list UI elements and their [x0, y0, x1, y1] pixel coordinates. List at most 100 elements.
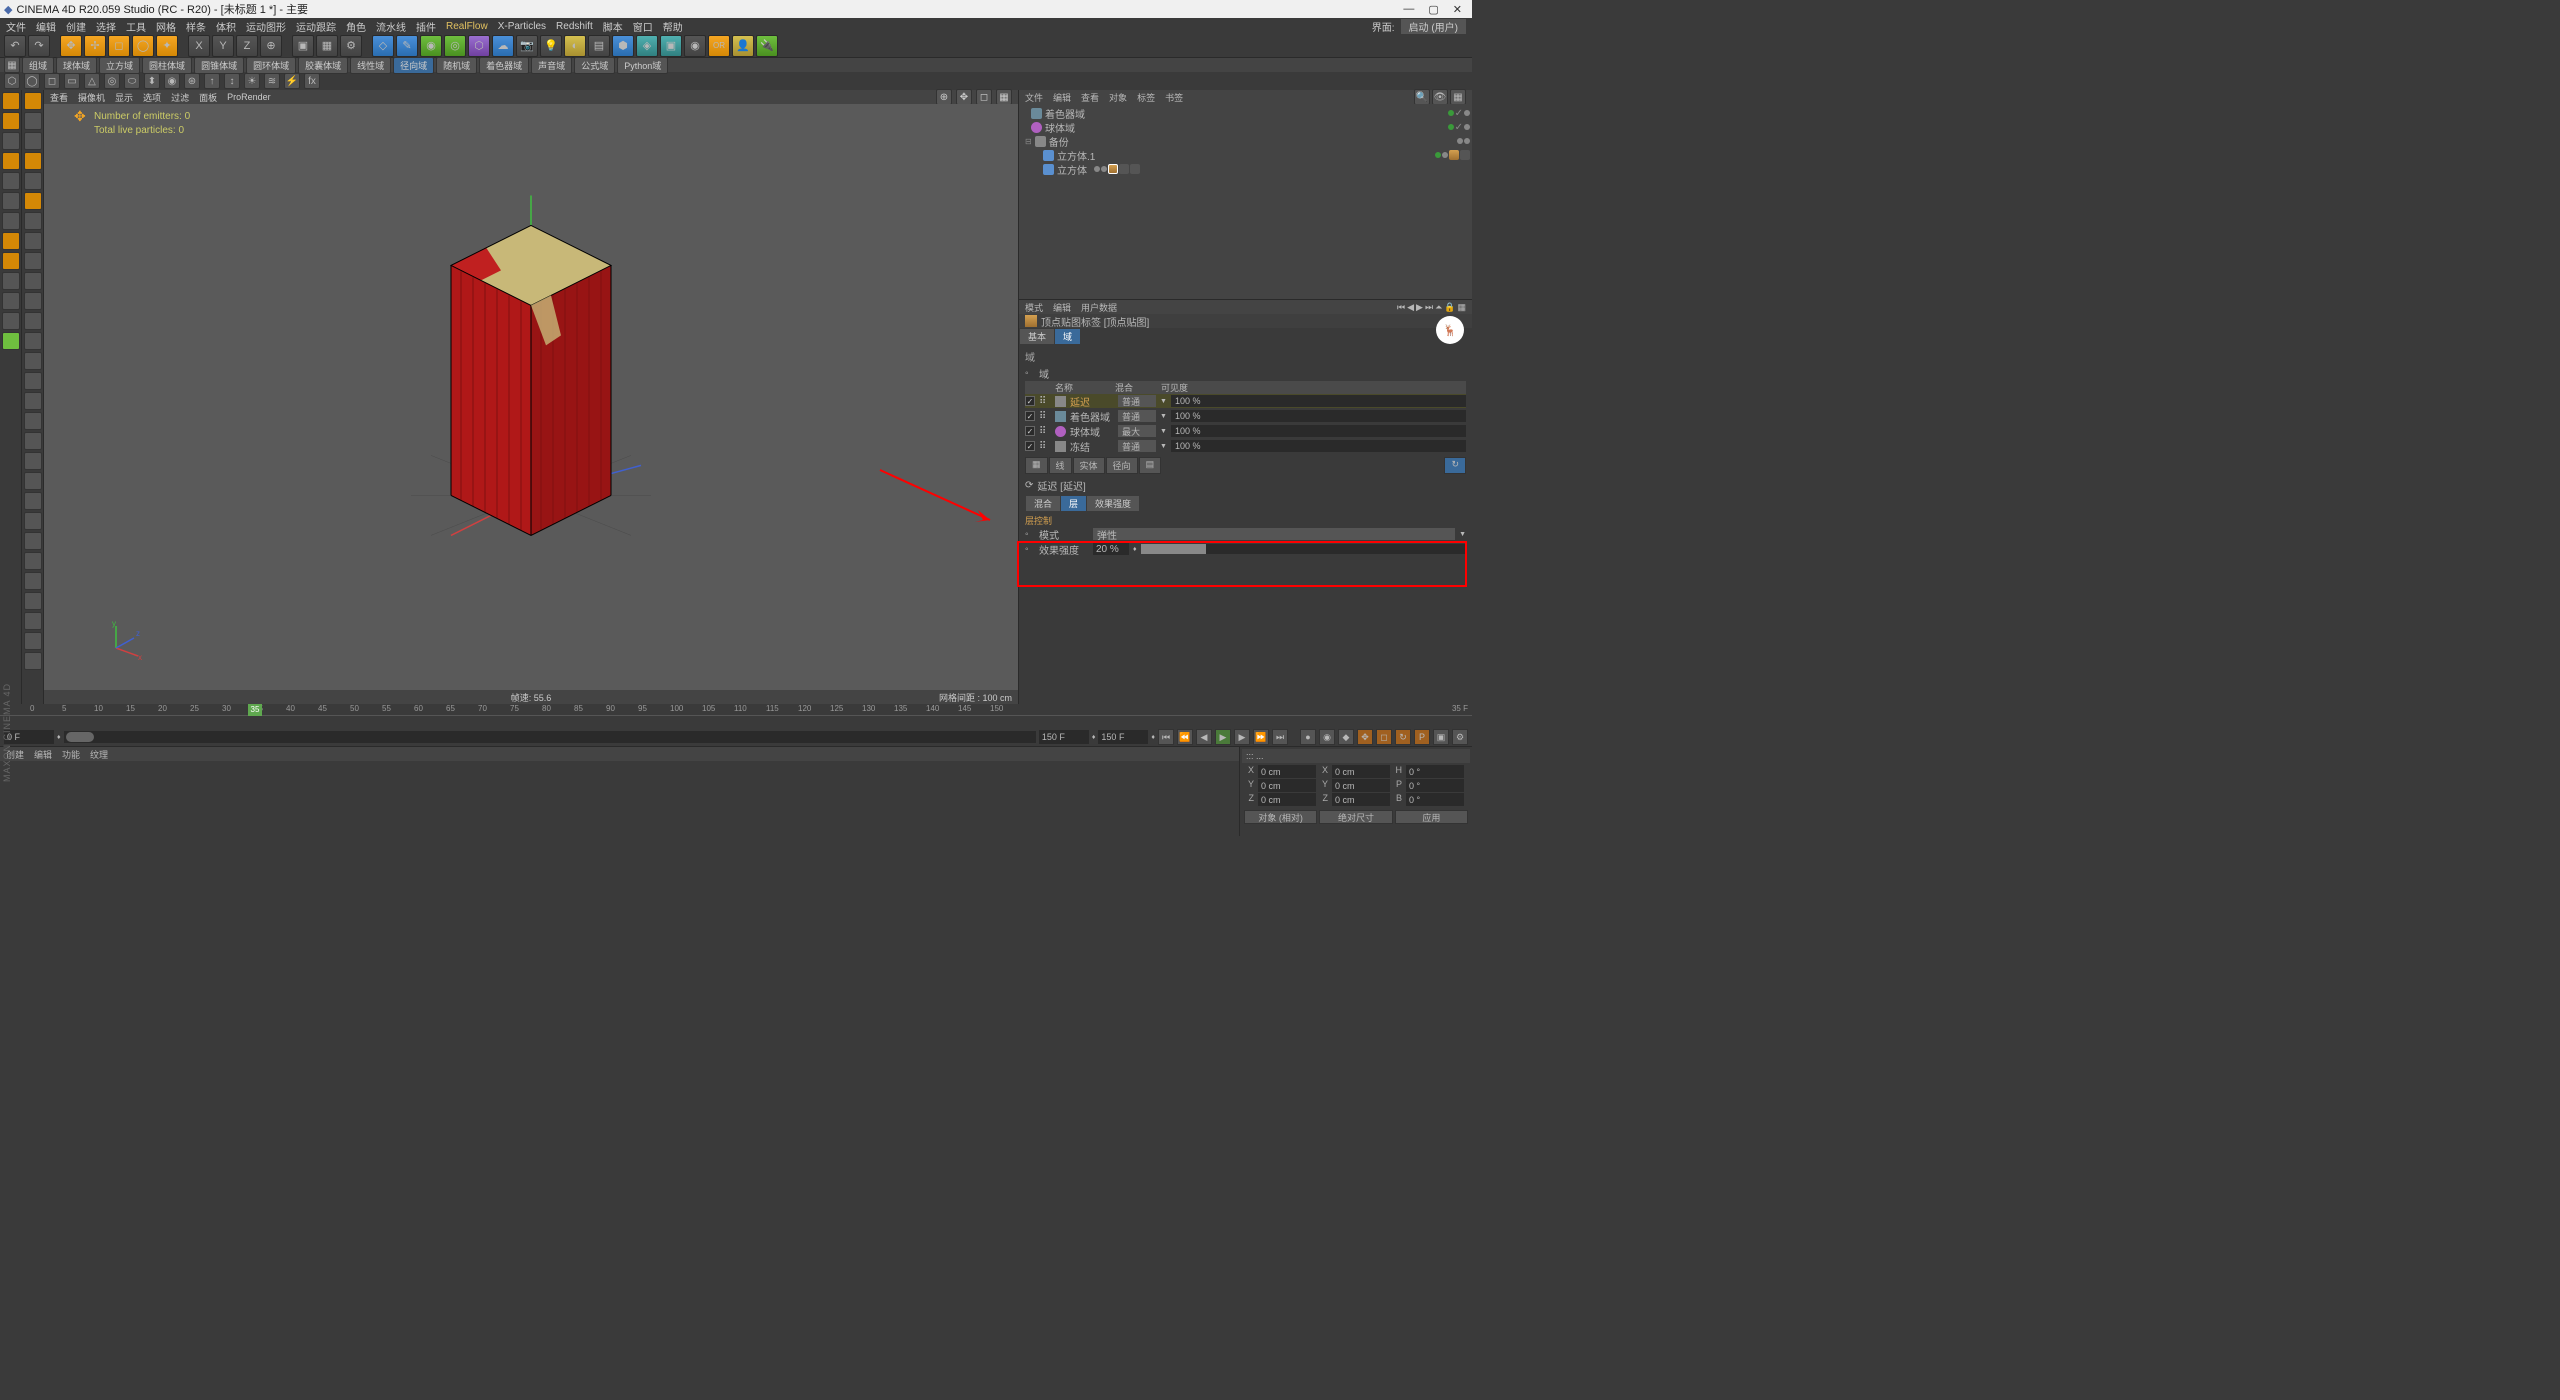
- sy-value[interactable]: 0 cm: [1332, 779, 1390, 792]
- viewport-canvas[interactable]: ✥ Number of emitters: 0 Total live parti…: [44, 104, 1018, 690]
- effector-button[interactable]: ◈: [636, 35, 658, 57]
- strip-icon[interactable]: ◯: [24, 73, 40, 89]
- play-button[interactable]: ▶: [1215, 729, 1231, 745]
- nav-next-icon[interactable]: ▶: [1416, 302, 1423, 313]
- strip-icon[interactable]: ◻: [44, 73, 60, 89]
- phong-tag-icon[interactable]: [1119, 164, 1129, 174]
- vp-nav-icon[interactable]: ⊕: [936, 89, 952, 105]
- field-type[interactable]: 球体域: [56, 57, 97, 74]
- field-type[interactable]: 圆锥体域: [194, 57, 244, 74]
- om-menu-item[interactable]: 书签: [1165, 91, 1183, 104]
- tool-slot[interactable]: [24, 152, 42, 170]
- blend-dropdown[interactable]: 普通: [1118, 395, 1156, 407]
- menu-item[interactable]: 运动图形: [246, 19, 286, 34]
- object-tree[interactable]: 着色器域 ✓ 球体域 ✓ ⊟ 备份 立方体.1: [1019, 104, 1472, 299]
- axis-x-button[interactable]: X: [188, 35, 210, 57]
- subtab-strength[interactable]: 效果强度: [1087, 496, 1139, 511]
- point-mode[interactable]: [2, 172, 20, 190]
- subdivision-button[interactable]: ◉: [420, 35, 442, 57]
- field-type[interactable]: 径向域: [393, 57, 434, 74]
- nav-first-icon[interactable]: ⏮: [1397, 302, 1405, 313]
- lock-mode[interactable]: [2, 312, 20, 330]
- sz-value[interactable]: 0 cm: [1332, 793, 1390, 806]
- nav-last-icon[interactable]: ⏭: [1425, 302, 1433, 313]
- b-value[interactable]: 0 °: [1406, 793, 1464, 806]
- model-mode[interactable]: [2, 92, 20, 110]
- visibility-value[interactable]: 100 %: [1171, 410, 1466, 422]
- key-pla-button[interactable]: ▣: [1433, 729, 1449, 745]
- field-type[interactable]: 线性域: [350, 57, 391, 74]
- visibility-value[interactable]: 100 %: [1171, 395, 1466, 407]
- mm-menu-item[interactable]: 编辑: [34, 748, 52, 761]
- phong-tag-icon[interactable]: [1460, 150, 1470, 160]
- record-button[interactable]: ●: [1300, 729, 1316, 745]
- primitive-cube-button[interactable]: ◇: [372, 35, 394, 57]
- obj-row[interactable]: 球体域 ✓: [1021, 120, 1470, 134]
- menu-item[interactable]: X-Particles: [498, 21, 546, 32]
- obj-row[interactable]: ⊟ 备份: [1021, 134, 1470, 148]
- vp-nav-icon[interactable]: ✥: [956, 89, 972, 105]
- timeline-ruler[interactable]: 0510152025303540455055606570758085909510…: [0, 704, 1472, 716]
- close-button[interactable]: ✕: [1453, 3, 1462, 16]
- tool-slot[interactable]: [24, 232, 42, 250]
- field-type[interactable]: Python域: [617, 57, 668, 74]
- sx-value[interactable]: 0 cm: [1332, 765, 1390, 778]
- field-row[interactable]: ✓ ⠿ 冻结 普通 ▼ 100 %: [1025, 439, 1466, 453]
- field-row[interactable]: ✓ ⠿ 延迟 普通 ▼ 100 %: [1025, 394, 1466, 408]
- lock-icon[interactable]: 🔒: [1444, 302, 1455, 313]
- strength-value[interactable]: 20 %: [1093, 543, 1129, 555]
- vp-nav-icon[interactable]: ▦: [996, 89, 1012, 105]
- key-param-button[interactable]: P: [1414, 729, 1430, 745]
- attr-menu-item[interactable]: 用户数据: [1081, 301, 1117, 314]
- environment-button[interactable]: ☁: [492, 35, 514, 57]
- redo-button[interactable]: ↷: [28, 35, 50, 57]
- move-tool[interactable]: ✢: [84, 35, 106, 57]
- visibility-value[interactable]: 100 %: [1171, 425, 1466, 437]
- blend-dropdown[interactable]: 普通: [1118, 410, 1156, 422]
- field-icon[interactable]: ▦: [4, 57, 20, 73]
- strip-icon[interactable]: ⊛: [184, 73, 200, 89]
- layer-btn[interactable]: 线: [1049, 457, 1072, 474]
- tool-slot[interactable]: [24, 552, 42, 570]
- menu-item[interactable]: 窗口: [633, 19, 653, 34]
- layout-dropdown[interactable]: 启动 (用户): [1401, 19, 1466, 34]
- layer-btn-icon[interactable]: ▤: [1139, 457, 1162, 474]
- autokey-button[interactable]: ◉: [1319, 729, 1335, 745]
- tool-slot[interactable]: [24, 192, 42, 210]
- vertex-map-tag-icon[interactable]: [1108, 164, 1118, 174]
- mm-menu-item[interactable]: 功能: [62, 748, 80, 761]
- menu-item[interactable]: 文件: [6, 19, 26, 34]
- menu-item[interactable]: 创建: [66, 19, 86, 34]
- menu-item[interactable]: 工具: [126, 19, 146, 34]
- nav-up-icon[interactable]: ⏶: [1435, 302, 1442, 313]
- tool-slot[interactable]: [24, 412, 42, 430]
- tool-slot[interactable]: [24, 632, 42, 650]
- edge-mode[interactable]: [2, 192, 20, 210]
- keyframe-button[interactable]: ◆: [1338, 729, 1354, 745]
- camera-button[interactable]: 📷: [516, 35, 538, 57]
- menu-item[interactable]: 体积: [216, 19, 236, 34]
- enable-checkbox[interactable]: ✓: [1025, 441, 1035, 451]
- select-tool[interactable]: ✥: [60, 35, 82, 57]
- strip-icon[interactable]: ↕: [224, 73, 240, 89]
- render-view-button[interactable]: ▣: [292, 35, 314, 57]
- vp-menu-item[interactable]: 面板: [199, 91, 217, 104]
- texture-mode[interactable]: [2, 132, 20, 150]
- layer-btn[interactable]: 实体: [1073, 457, 1105, 474]
- rotate-tool[interactable]: ◯: [132, 35, 154, 57]
- subtab-blend[interactable]: 混合: [1026, 496, 1060, 511]
- current-frame-b[interactable]: 150 F: [1098, 730, 1148, 744]
- tool-slot[interactable]: [24, 212, 42, 230]
- mode-dropdown[interactable]: 弹性: [1093, 528, 1455, 540]
- vp-menu-item[interactable]: 查看: [50, 91, 68, 104]
- strip-icon[interactable]: ⬍: [144, 73, 160, 89]
- field-type[interactable]: 公式域: [574, 57, 615, 74]
- strip-icon[interactable]: ↑: [204, 73, 220, 89]
- layout-icon[interactable]: ▦: [1457, 302, 1466, 313]
- menu-item[interactable]: 运动跟踪: [296, 19, 336, 34]
- field-type[interactable]: 圆环体域: [246, 57, 296, 74]
- field-type[interactable]: 圆柱体域: [142, 57, 192, 74]
- prev-key-button[interactable]: ⏪: [1177, 729, 1193, 745]
- om-menu-item[interactable]: 查看: [1081, 91, 1099, 104]
- render-region-button[interactable]: ▦: [316, 35, 338, 57]
